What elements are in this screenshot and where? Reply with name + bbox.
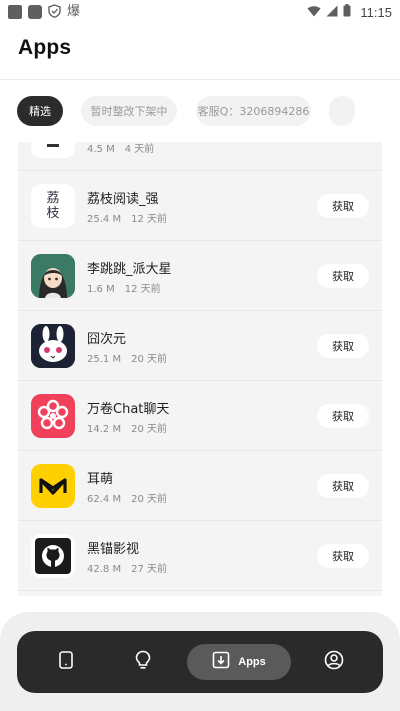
book-icon [31,142,75,158]
list-item[interactable]: 万卷Chat聊天 14.2 M 20 天前 获取 [18,381,382,451]
nav-ideas[interactable] [125,644,161,680]
phone-icon [58,651,74,673]
app-name: 万卷Chat聊天 [87,402,170,417]
app-glyph-icon: 爆 [67,4,81,19]
app-size: 14.2 M [87,424,122,435]
ermeng-logo-icon [31,464,75,508]
rabbit-face-icon [31,324,75,368]
app-date: 4 天前 [124,144,155,155]
github-icon [31,534,75,578]
get-button[interactable]: 获取 [317,404,369,428]
app-size: 1.6 M [87,284,115,295]
page-title: Apps [18,36,72,59]
nav-apps[interactable]: Apps [187,644,291,680]
app-size: 62.4 M [87,494,122,505]
bottom-nav: Apps [17,631,383,693]
get-button[interactable]: 获取 [317,264,369,288]
app-size: 25.1 M [87,354,122,365]
shield-icon [48,3,61,21]
profile-icon [324,650,344,674]
lizhi-reader-icon: 荔 枝 [31,184,75,228]
app-meta: 42.8 M 27 天前 [87,560,167,575]
app-meta: 14.2 M 20 天前 [87,420,167,435]
app-size: 4.5 M [87,144,115,155]
status-right: 11:15 [307,4,392,20]
nav-phone[interactable] [48,644,84,680]
get-button[interactable]: 获取 [317,544,369,568]
app-name: 耳萌 [87,472,114,487]
chip-customer-service[interactable]: 客服Q：3206894286 [196,96,311,126]
app-size: 42.8 M [87,564,122,575]
chip-delisted-notice[interactable]: 暂时整改下架中 [81,96,177,126]
nav-apps-label: Apps [238,656,266,668]
get-button[interactable]: 获取 [317,334,369,358]
app-size: 25.4 M [87,214,122,225]
battery-icon [343,4,351,20]
lizhi-icon-text-2: 枝 [46,206,60,221]
list-item[interactable]: 李跳跳_派大星 1.6 M 12 天前 获取 [18,241,382,311]
list-item[interactable]: 4.5 M 4 天前 [18,142,382,171]
app-name: 荔枝阅读_强 [87,192,159,207]
status-bar: 爆 11:15 [0,0,400,24]
status-left: 爆 [8,3,81,21]
app-date: 20 天前 [131,494,167,505]
app-meta: 1.6 M 12 天前 [87,280,161,295]
notification-square-icon [28,5,42,19]
chip-more[interactable] [329,96,355,126]
app-header: Apps [0,24,400,80]
lizhi-icon-text-1: 荔 [46,191,60,206]
app-name: 李跳跳_派大星 [87,262,172,277]
app-meta: 4.5 M 4 天前 [87,142,154,155]
get-button[interactable]: 获取 [317,474,369,498]
list-item[interactable]: 荔 枝 荔枝阅读_强 25.4 M 12 天前 获取 [18,171,382,241]
app-meta: 62.4 M 20 天前 [87,490,167,505]
app-name: 黑锚影视 [87,542,140,557]
app-date: 12 天前 [131,214,167,225]
flower-icon [31,394,75,438]
list-item[interactable]: 囧次元 25.1 M 20 天前 获取 [18,311,382,381]
status-time: 11:15 [360,4,392,20]
anime-girl-icon [31,254,75,298]
app-date: 20 天前 [131,354,167,365]
list-item[interactable]: 黑锚影视 42.8 M 27 天前 获取 [18,521,382,591]
apps-screen: 爆 11:15 Apps 精选 暂时整改下架中 客服Q：3206894286 4… [0,0,400,711]
get-button[interactable]: 获取 [317,194,369,218]
app-list[interactable]: 4.5 M 4 天前 荔 枝 荔枝阅读_强 25.4 M 12 天前 获取 李跳跳… [18,142,382,596]
app-date: 27 天前 [131,564,167,575]
notification-square-icon [8,5,22,19]
wifi-icon [307,5,321,20]
lightbulb-icon [134,650,152,674]
signal-icon [326,5,338,20]
app-date: 20 天前 [131,424,167,435]
download-icon [212,651,230,673]
category-chips: 精选 暂时整改下架中 客服Q：3206894286 [0,96,400,126]
app-meta: 25.1 M 20 天前 [87,350,167,365]
nav-profile[interactable] [316,644,352,680]
chip-featured[interactable]: 精选 [17,96,63,126]
list-item[interactable]: 耳萌 62.4 M 20 天前 获取 [18,451,382,521]
app-meta: 25.4 M 12 天前 [87,210,167,225]
app-date: 12 天前 [124,284,161,295]
app-name: 囧次元 [87,332,127,347]
